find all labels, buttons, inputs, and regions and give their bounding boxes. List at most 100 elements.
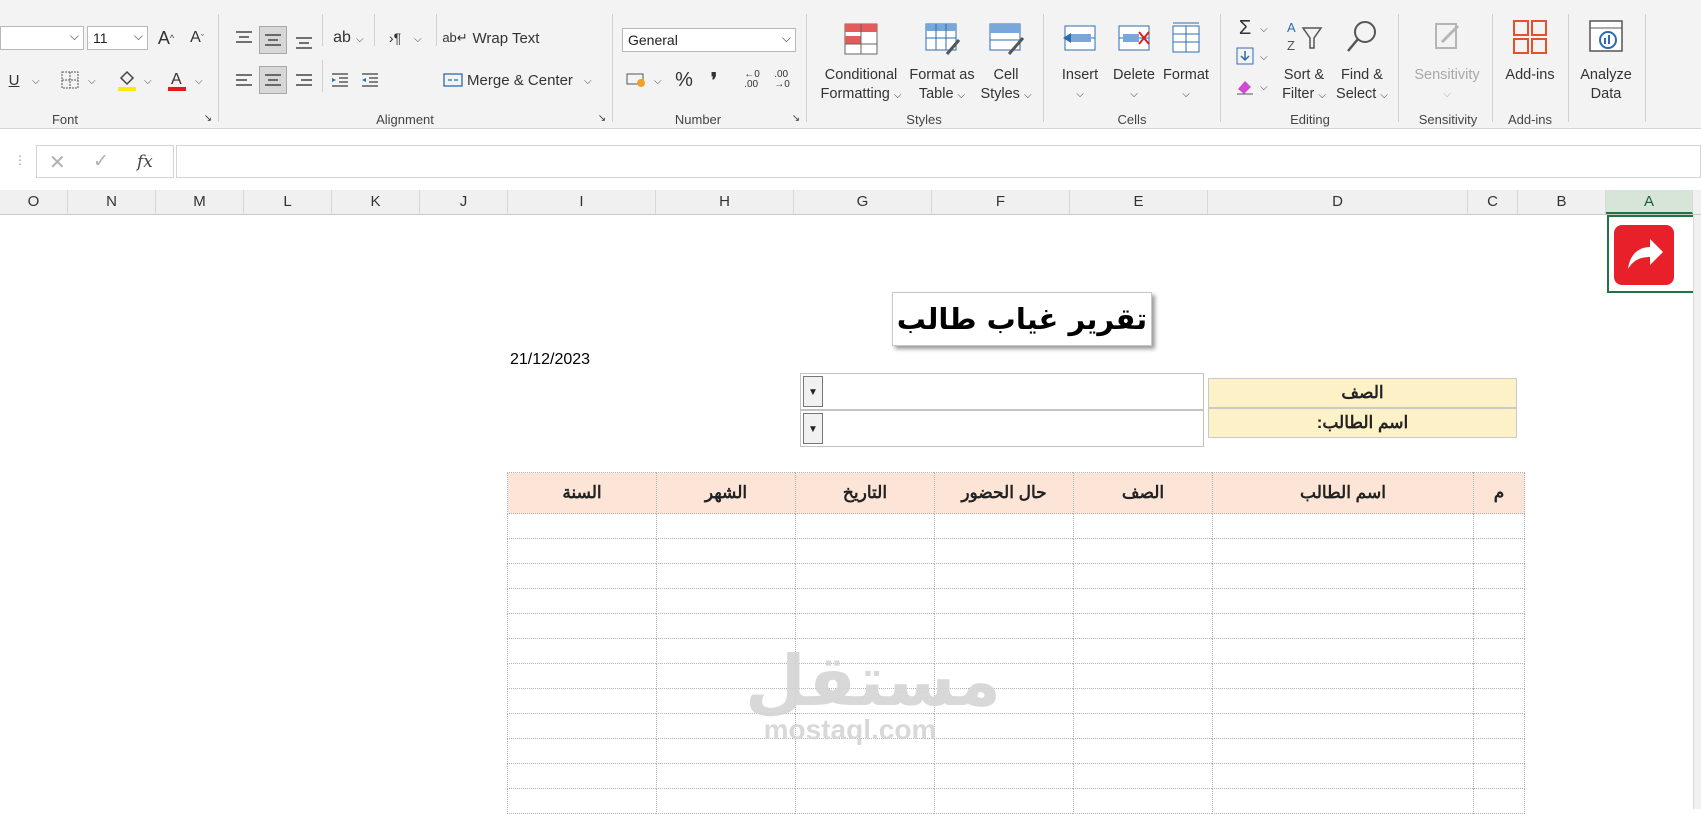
table-cell[interactable] — [1073, 738, 1213, 764]
merge-center-icon[interactable] — [442, 68, 464, 92]
dropdown-arrow-icon[interactable]: ▼ — [803, 413, 823, 444]
merge-center-button[interactable]: Merge & Center — [466, 68, 574, 92]
share-button[interactable] — [1614, 225, 1674, 285]
sensitivity-button[interactable]: Sensitivity ⌵ — [1406, 18, 1488, 104]
table-cell[interactable] — [507, 538, 657, 564]
table-cell[interactable] — [1212, 513, 1474, 539]
cell-styles-button[interactable]: Cell Styles ⌵ — [976, 22, 1036, 105]
table-cell[interactable] — [795, 538, 935, 564]
table-cell[interactable] — [1073, 588, 1213, 614]
table-cell[interactable] — [1473, 713, 1525, 739]
font-size-combo[interactable]: 11 ⌵ — [87, 26, 148, 50]
add-ins-button[interactable]: Add-ins — [1498, 18, 1562, 85]
decrease-font-icon[interactable]: Aˇ — [184, 26, 210, 50]
table-cell[interactable] — [934, 538, 1074, 564]
chevron-down-icon[interactable]: ⌵ — [584, 76, 592, 87]
borders-icon[interactable] — [58, 68, 82, 92]
table-cell[interactable] — [507, 788, 657, 814]
table-cell[interactable] — [934, 563, 1074, 589]
column-header-h[interactable]: H — [656, 190, 794, 214]
chevron-down-icon[interactable]: ⌵ — [1260, 52, 1268, 63]
increase-indent-icon[interactable] — [358, 68, 382, 92]
table-cell[interactable] — [1212, 763, 1474, 789]
decrease-indent-icon[interactable] — [328, 68, 352, 92]
table-cell[interactable] — [934, 738, 1074, 764]
chevron-down-icon[interactable]: ⌵ — [356, 34, 364, 45]
column-header-m[interactable]: M — [156, 190, 244, 214]
wrap-text-button[interactable]: Wrap Text — [466, 26, 546, 50]
table-cell[interactable] — [1473, 513, 1525, 539]
number-format-combo[interactable]: General ⌵ — [622, 28, 796, 52]
table-cell[interactable] — [507, 688, 657, 714]
table-cell[interactable] — [1212, 538, 1474, 564]
table-cell[interactable] — [1212, 588, 1474, 614]
dialog-launcher-icon[interactable]: ↘ — [596, 112, 608, 124]
table-cell[interactable] — [507, 513, 657, 539]
student-dropdown[interactable]: ▼ — [800, 410, 1204, 447]
table-cell[interactable] — [1212, 663, 1474, 689]
chevron-down-icon[interactable]: ⌵ — [144, 76, 152, 87]
find-select-button[interactable]: Find & Select ⌵ — [1334, 18, 1390, 105]
column-header-d[interactable]: D — [1208, 190, 1468, 214]
sort-filter-button[interactable]: AZ Sort & Filter ⌵ — [1276, 18, 1332, 105]
table-cell[interactable] — [1212, 638, 1474, 664]
table-cell[interactable] — [934, 588, 1074, 614]
table-cell[interactable] — [795, 613, 935, 639]
table-cell[interactable] — [507, 763, 657, 789]
fill-icon[interactable] — [1234, 44, 1256, 68]
table-cell[interactable] — [934, 513, 1074, 539]
table-cell[interactable] — [1212, 738, 1474, 764]
table-cell[interactable] — [656, 538, 796, 564]
align-right-icon[interactable] — [292, 68, 316, 92]
table-cell[interactable] — [1212, 563, 1474, 589]
align-left-icon[interactable] — [232, 68, 256, 92]
table-cell[interactable] — [1212, 713, 1474, 739]
wrap-text-icon[interactable]: ab↵ — [442, 26, 467, 50]
table-cell[interactable] — [1473, 688, 1525, 714]
percent-style-icon[interactable]: % — [672, 68, 696, 92]
column-header-c[interactable]: C — [1468, 190, 1518, 214]
dialog-launcher-icon[interactable]: ↘ — [790, 112, 802, 124]
increase-decimal-icon[interactable]: ←0.00 — [738, 68, 766, 92]
table-cell[interactable] — [1473, 663, 1525, 689]
worksheet[interactable]: تقرير غياب طالب 21/12/2023 ▼ ▼ الصف اسم … — [0, 215, 1701, 814]
table-cell[interactable] — [1073, 688, 1213, 714]
column-header-b[interactable]: B — [1518, 190, 1606, 214]
table-cell[interactable] — [1473, 538, 1525, 564]
align-center-icon[interactable] — [259, 66, 287, 94]
table-cell[interactable] — [1473, 613, 1525, 639]
table-cell[interactable] — [1073, 638, 1213, 664]
table-cell[interactable] — [1473, 738, 1525, 764]
column-header-n[interactable]: N — [68, 190, 156, 214]
font-color-icon[interactable]: A — [164, 66, 190, 94]
column-header-i[interactable]: I — [508, 190, 656, 214]
table-cell[interactable] — [507, 588, 657, 614]
table-cell[interactable] — [934, 763, 1074, 789]
column-header-g[interactable]: G — [794, 190, 932, 214]
table-cell[interactable] — [507, 738, 657, 764]
chevron-down-icon[interactable]: ⌵ — [654, 76, 662, 87]
table-cell[interactable] — [1473, 638, 1525, 664]
decrease-decimal-icon[interactable]: .00 →0 — [768, 68, 796, 92]
align-top-icon[interactable] — [232, 26, 256, 50]
table-cell[interactable] — [1212, 788, 1474, 814]
format-as-table-button[interactable]: Format as Table ⌵ — [906, 22, 978, 105]
delete-button[interactable]: Delete ⌵ — [1106, 22, 1162, 104]
table-cell[interactable] — [795, 563, 935, 589]
column-header-k[interactable]: K — [332, 190, 420, 214]
formula-input[interactable] — [176, 145, 1701, 178]
dropdown-arrow-icon[interactable]: ▼ — [803, 376, 823, 407]
table-cell[interactable] — [1073, 513, 1213, 539]
insert-button[interactable]: Insert ⌵ — [1052, 22, 1108, 104]
chevron-down-icon[interactable]: ⌵ — [1260, 82, 1268, 93]
table-cell[interactable] — [1212, 688, 1474, 714]
clear-icon[interactable] — [1234, 74, 1256, 98]
font-name-combo[interactable]: ⌵ — [0, 26, 84, 50]
table-cell[interactable] — [934, 613, 1074, 639]
table-cell[interactable] — [1073, 788, 1213, 814]
table-cell[interactable] — [1473, 588, 1525, 614]
table-cell[interactable] — [795, 588, 935, 614]
column-header-l[interactable]: L — [244, 190, 332, 214]
table-cell[interactable] — [507, 663, 657, 689]
vertical-scrollbar[interactable] — [1693, 215, 1701, 809]
